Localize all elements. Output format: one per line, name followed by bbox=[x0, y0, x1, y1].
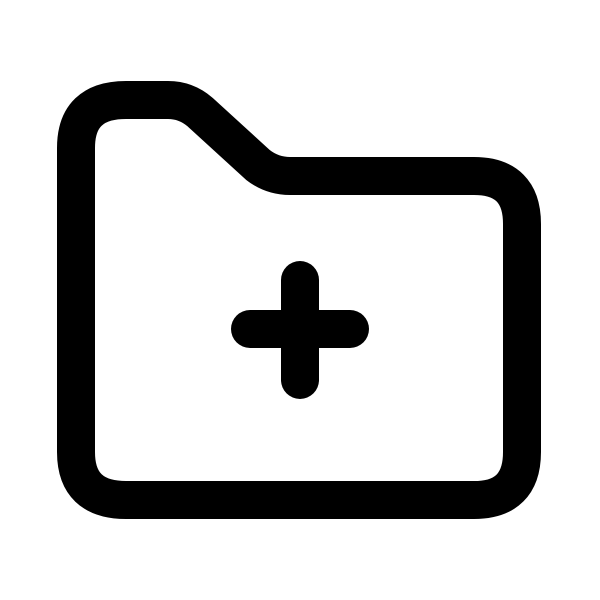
icon-canvas bbox=[0, 0, 600, 600]
folder-add-icon-graphic bbox=[57, 81, 541, 519]
folder-add-icon[interactable] bbox=[0, 0, 600, 600]
